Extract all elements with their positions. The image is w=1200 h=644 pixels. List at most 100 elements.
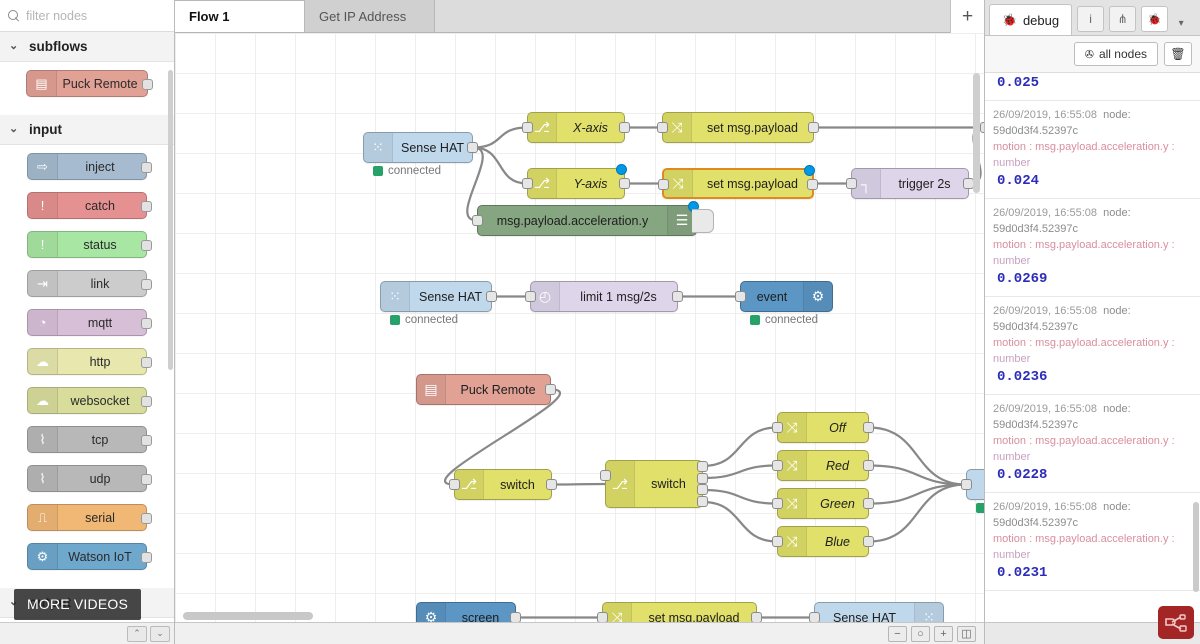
palette-scrollbar[interactable] [168, 70, 173, 370]
debug-node-id[interactable]: 59d0d3f4.52397c [993, 125, 1078, 137]
debug-message[interactable]: 26/09/2019, 16:55:08 node:59d0d3f4.52397… [985, 395, 1200, 493]
palette-node-mqtt[interactable]: ◔mqtt [27, 309, 147, 336]
node-output-port[interactable] [863, 422, 874, 433]
node-output-port[interactable] [142, 79, 153, 90]
flow-tab-get-ip-address[interactable]: Get IP Address [305, 0, 435, 32]
node-output-port[interactable] [141, 240, 152, 251]
expand-all-button[interactable]: ⌄ [150, 626, 170, 642]
flow-node-switch-1[interactable]: ⎇switch [454, 469, 552, 500]
node-input-port[interactable] [449, 479, 460, 490]
node-output-port[interactable] [141, 318, 152, 329]
flow-node-setpayload-1[interactable]: ⤨set msg.payload [662, 112, 814, 143]
node-input-port[interactable] [846, 178, 857, 189]
node-output-port[interactable] [697, 496, 708, 507]
more-videos-overlay[interactable]: MORE VIDEOS [14, 589, 141, 620]
node-output-port[interactable] [546, 479, 557, 490]
flow-node-yaxis[interactable]: ⎇Y-axis [527, 168, 625, 199]
zoom-out-button[interactable]: − [888, 626, 907, 642]
zoom-reset-button[interactable]: ○ [911, 626, 930, 642]
palette-node-status[interactable]: !status [27, 231, 147, 258]
debug-message-list[interactable]: 0.02526/09/2019, 16:55:08 node:59d0d3f4.… [985, 73, 1200, 622]
node-input-port[interactable] [658, 179, 669, 190]
palette-search-box[interactable] [0, 0, 174, 32]
node-output-port[interactable] [697, 484, 708, 495]
node-input-port[interactable] [600, 470, 611, 481]
node-output-port[interactable] [141, 201, 152, 212]
flow-node-trigger[interactable]: ┐trigger 2s [851, 168, 969, 199]
node-input-port[interactable] [735, 291, 746, 302]
node-output-port[interactable] [467, 142, 478, 153]
canvas-vertical-scrollbar[interactable] [973, 73, 980, 193]
node-input-port[interactable] [772, 536, 783, 547]
node-input-port[interactable] [657, 122, 668, 133]
debug-message[interactable]: 26/09/2019, 16:55:08 node:59d0d3f4.52397… [985, 493, 1200, 591]
palette-category-subflows[interactable]: ⌄subflows [0, 32, 174, 62]
palette-node-serial[interactable]: ⎍serial [27, 504, 147, 531]
node-output-port[interactable] [697, 473, 708, 484]
node-output-port[interactable] [141, 474, 152, 485]
palette-scroll-area[interactable]: ⌄subflows ▤Puck Remote ⌄input ⇨inject !catch… [0, 32, 174, 622]
flow-node-limit[interactable]: ◴limit 1 msg/2s [530, 281, 678, 312]
node-input-port[interactable] [772, 422, 783, 433]
debug-message[interactable]: 0.025 [985, 73, 1200, 101]
node-input-port[interactable] [772, 498, 783, 509]
palette-node-catch[interactable]: !catch [27, 192, 147, 219]
flow-node-xaxis[interactable]: ⎇X-axis [527, 112, 625, 143]
palette-category-input[interactable]: ⌄input [0, 115, 174, 145]
node-input-port[interactable] [772, 460, 783, 471]
palette-node-puck-remote[interactable]: ▤Puck Remote [26, 70, 148, 97]
palette-node-link[interactable]: ⇥link [27, 270, 147, 297]
node-input-port[interactable] [472, 215, 483, 226]
clear-debug-button[interactable]: 🗑 [1164, 42, 1192, 66]
node-output-port[interactable] [863, 460, 874, 471]
node-output-port[interactable] [141, 552, 152, 563]
flow-node-sensehat-in-2[interactable]: ⁙Sense HAT [380, 281, 492, 312]
node-output-port[interactable] [141, 279, 152, 290]
debug-node-id[interactable]: 59d0d3f4.52397c [993, 223, 1078, 235]
node-input-port[interactable] [522, 178, 533, 189]
flow-tab-flow-1[interactable]: Flow 1 [175, 0, 305, 32]
chevron-down-icon[interactable]: ▾ [1171, 18, 1191, 29]
toggle-navigator-button[interactable]: ◫ [957, 626, 976, 642]
node-output-port[interactable] [697, 461, 708, 472]
node-output-port[interactable] [141, 435, 152, 446]
node-output-port[interactable] [619, 122, 630, 133]
node-output-port[interactable] [619, 178, 630, 189]
node-input-port[interactable] [980, 122, 984, 133]
palette-node-http[interactable]: ☁http [27, 348, 147, 375]
flow-tab-button[interactable]: ⋔ [1109, 6, 1136, 32]
palette-node-tcp[interactable]: ⌇tcp [27, 426, 147, 453]
debug-node-id[interactable]: 59d0d3f4.52397c [993, 517, 1078, 529]
add-flow-button[interactable]: + [950, 0, 984, 33]
debug-message[interactable]: 26/09/2019, 16:55:08 node:59d0d3f4.52397… [985, 297, 1200, 395]
palette-node-inject[interactable]: ⇨inject [27, 153, 147, 180]
node-output-port[interactable] [545, 384, 556, 395]
node-output-port[interactable] [141, 357, 152, 368]
flow-node-switch-2[interactable]: ⎇switch [605, 460, 703, 508]
sidebar-tab-debug[interactable]: 🐞 debug [989, 4, 1072, 35]
flow-node-puck-remote[interactable]: ▤Puck Remote [416, 374, 551, 405]
node-output-port[interactable] [672, 291, 683, 302]
debug-tab-button[interactable]: 🐞 [1141, 6, 1168, 32]
flow-node-sensehat-out-2[interactable]: Sense HAT⁙ [966, 469, 984, 500]
node-output-port[interactable] [141, 162, 152, 173]
flow-node-debug-accel[interactable]: msg.payload.acceleration.y☰ [477, 205, 697, 236]
flow-node-red[interactable]: ⤨Red [777, 450, 869, 481]
node-input-port[interactable] [525, 291, 536, 302]
palette-node-websocket[interactable]: ☁websocket [27, 387, 147, 414]
debug-message[interactable]: 26/09/2019, 16:55:08 node:59d0d3f4.52397… [985, 101, 1200, 199]
node-output-port[interactable] [863, 498, 874, 509]
node-output-port[interactable] [141, 396, 152, 407]
flow-node-green[interactable]: ⤨Green [777, 488, 869, 519]
zoom-in-button[interactable]: + [934, 626, 953, 642]
flow-node-blue[interactable]: ⤨Blue [777, 526, 869, 557]
debug-node-id[interactable]: 59d0d3f4.52397c [993, 419, 1078, 431]
debug-message[interactable]: 26/09/2019, 16:55:08 node:59d0d3f4.52397… [985, 199, 1200, 297]
palette-node-udp[interactable]: ⌇udp [27, 465, 147, 492]
flow-node-sensehat-in-1[interactable]: ⁙Sense HAT [363, 132, 473, 163]
node-output-port[interactable] [863, 536, 874, 547]
node-output-port[interactable] [141, 513, 152, 524]
node-output-ports[interactable] [697, 461, 708, 507]
flow-node-setpayload-2[interactable]: ⤨set msg.payload [662, 168, 814, 199]
node-output-port[interactable] [808, 122, 819, 133]
